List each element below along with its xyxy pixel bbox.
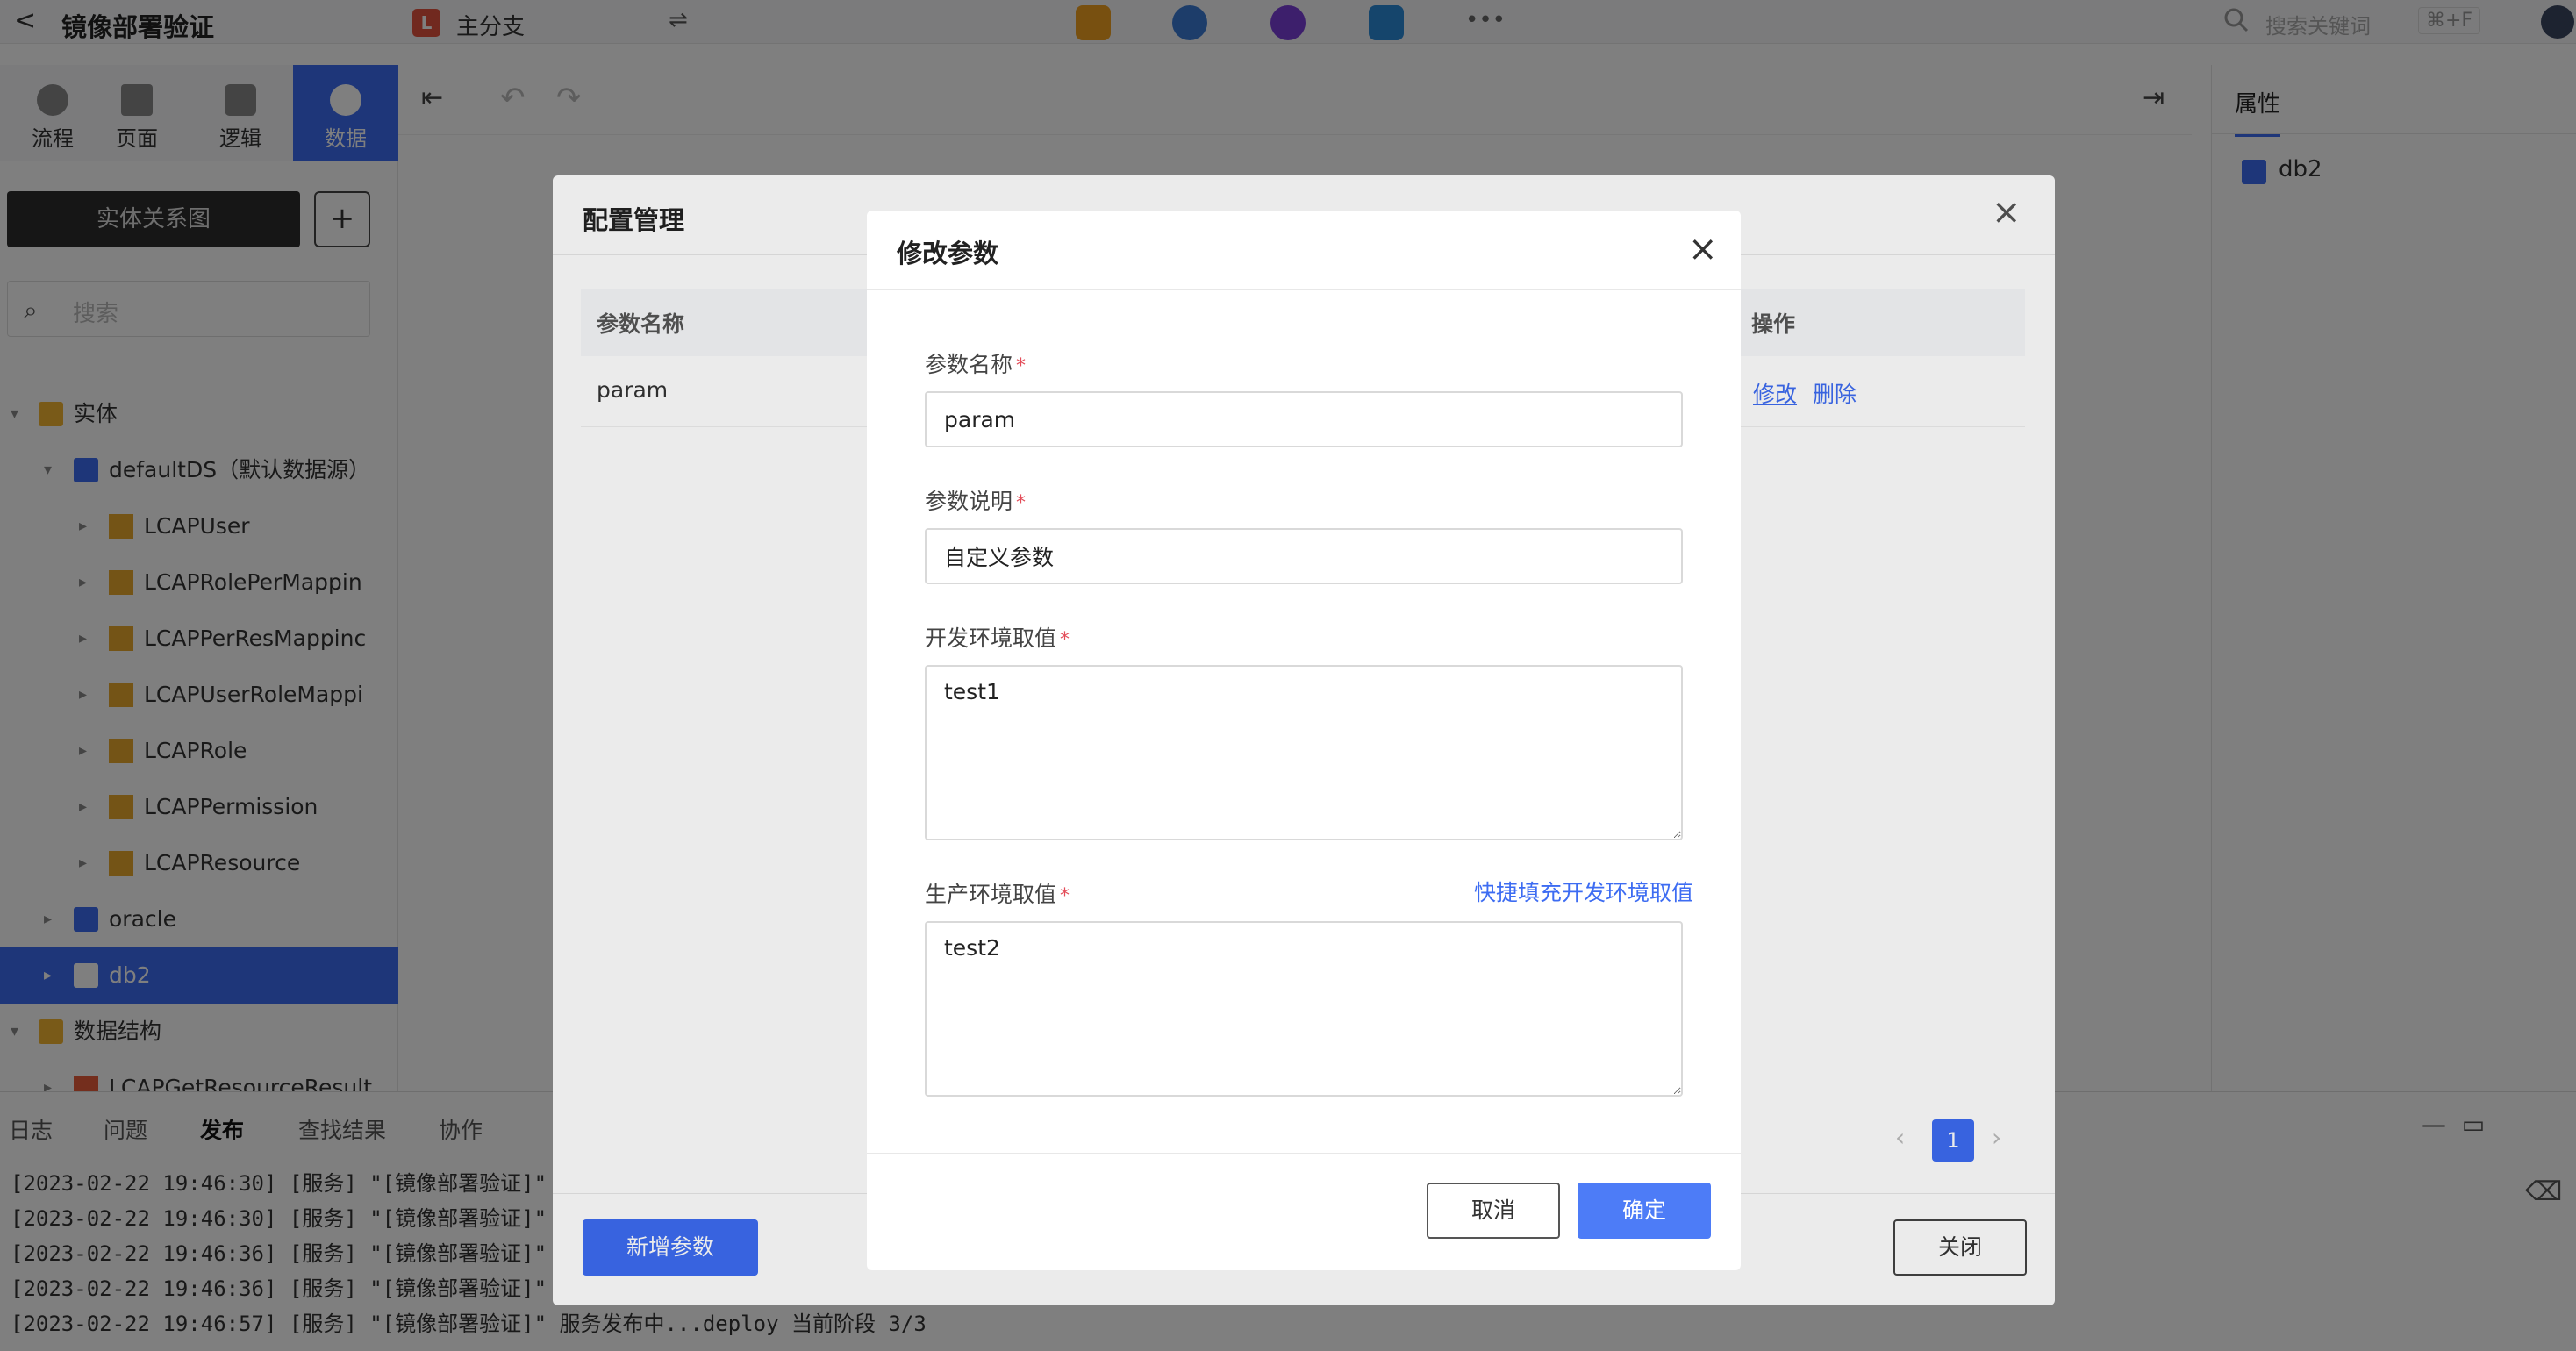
param-name-input[interactable]	[925, 391, 1683, 447]
dev-value-textarea[interactable]: test1	[925, 665, 1683, 840]
confirm-button[interactable]: 确定	[1578, 1183, 1711, 1239]
prod-value-textarea[interactable]: test2	[925, 921, 1683, 1097]
divider	[867, 1153, 1741, 1154]
dev-value-label: 开发环境取值 *	[925, 621, 1070, 653]
param-name-label: 参数名称 *	[925, 347, 1026, 379]
param-desc-input[interactable]	[925, 528, 1683, 584]
dialog-title: 修改参数	[897, 239, 999, 268]
quick-fill-link[interactable]: 快捷填充开发环境取值	[1474, 876, 1693, 907]
required-mark: *	[1016, 355, 1027, 377]
label-text: 参数说明	[925, 489, 1013, 514]
label-text: 参数名称	[925, 352, 1013, 377]
cancel-button[interactable]: 取消	[1427, 1183, 1560, 1239]
required-mark: *	[1016, 492, 1027, 514]
required-mark: *	[1060, 885, 1070, 907]
edit-param-dialog: 修改参数 × 参数名称* 参数说明* 开发环境取值* test1 生产环境取值*…	[867, 211, 1741, 1270]
label-text: 开发环境取值	[925, 625, 1057, 651]
param-desc-label: 参数说明 *	[925, 484, 1026, 516]
required-mark: *	[1060, 629, 1070, 651]
prod-value-label: 生产环境取值 *	[925, 877, 1070, 909]
close-icon[interactable]: ×	[1688, 232, 1718, 267]
label-text: 生产环境取值	[925, 882, 1057, 907]
